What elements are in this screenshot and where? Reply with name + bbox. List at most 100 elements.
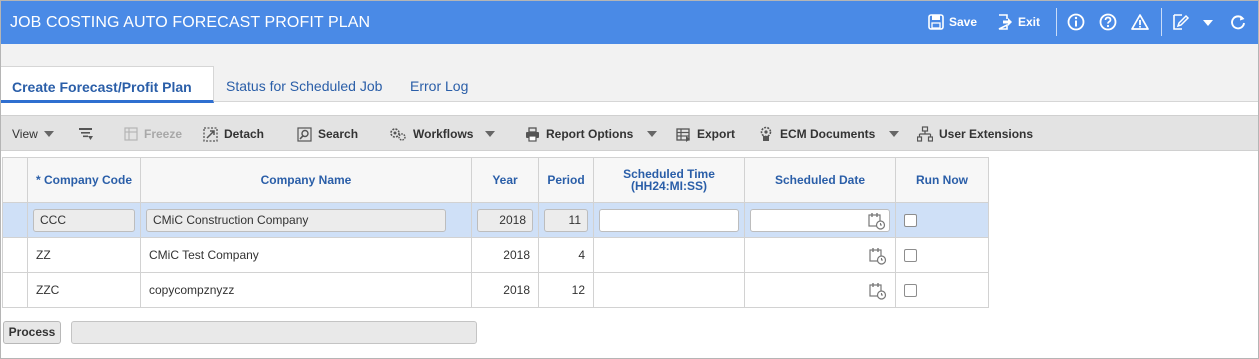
column-header-company-code[interactable]: * Company Code	[27, 157, 141, 203]
column-header-scheduled-time[interactable]: Scheduled Time (HH24:MI:SS)	[593, 157, 745, 203]
print-icon	[526, 126, 539, 142]
user-extensions-label: User Extensions	[939, 127, 1034, 141]
scheduled-date-cell[interactable]	[744, 272, 896, 308]
period-cell[interactable]: 4	[538, 237, 594, 273]
ecm-documents-menu[interactable]: ECM Documents	[759, 116, 900, 152]
workflows-label: Workflows	[413, 127, 474, 141]
tab-create-forecast[interactable]: Create Forecast/Profit Plan	[0, 66, 214, 103]
search-button[interactable]: Search	[297, 116, 358, 152]
period-field[interactable]: 11	[544, 208, 588, 232]
company-name-cell: CMiC Construction Company	[140, 202, 472, 238]
header-spacer	[0, 44, 1259, 66]
help-icon[interactable]	[1098, 12, 1118, 32]
year-field[interactable]: 2018	[477, 208, 533, 232]
calendar-clock-icon[interactable]	[869, 282, 887, 300]
row-selector[interactable]	[2, 272, 28, 308]
column-header-year[interactable]: Year	[471, 157, 539, 203]
run-now-checkbox[interactable]	[904, 249, 917, 263]
column-header-run-now[interactable]: Run Now	[895, 157, 989, 203]
table-row[interactable]: CCC CMiC Construction Company 2018 11	[2, 202, 989, 238]
year-cell: 2018	[471, 202, 539, 238]
run-now-cell	[895, 272, 989, 308]
header-divider	[1056, 8, 1057, 36]
filter-button[interactable]	[78, 116, 94, 152]
year-cell[interactable]: 2018	[471, 272, 539, 308]
filter-icon	[79, 128, 93, 140]
chevron-down-icon[interactable]	[1198, 12, 1218, 32]
period-cell[interactable]: 12	[538, 272, 594, 308]
view-menu[interactable]: View	[12, 116, 54, 152]
chevron-down-icon	[485, 131, 496, 137]
scheduled-time-header-line2: (HH24:MI:SS)	[630, 179, 707, 193]
export-label: Export	[697, 127, 736, 141]
export-icon	[676, 127, 690, 142]
grid-header-row: * Company Code Company Name Year Period …	[2, 157, 989, 203]
column-header-company-name[interactable]: Company Name	[140, 157, 472, 203]
table-row[interactable]: ZZ CMiC Test Company 2018 4	[2, 237, 989, 273]
company-code-field[interactable]: CCC	[33, 208, 135, 232]
column-header-period[interactable]: Period	[538, 157, 594, 203]
calendar-clock-icon[interactable]	[868, 212, 886, 230]
process-button[interactable]: Process	[3, 321, 61, 344]
tab-status-scheduled-job[interactable]: Status for Scheduled Job	[226, 66, 382, 102]
info-icon[interactable]	[1066, 12, 1086, 32]
exit-icon	[998, 14, 1012, 30]
scheduled-time-cell[interactable]	[593, 237, 745, 273]
company-name-field[interactable]: CMiC Construction Company	[146, 208, 446, 232]
warning-icon[interactable]	[1130, 12, 1150, 32]
edit-icon[interactable]	[1170, 12, 1190, 32]
company-name-cell[interactable]: copycompznyzz	[140, 272, 472, 308]
scheduled-date-input[interactable]	[750, 208, 890, 232]
run-now-cell	[895, 237, 989, 273]
exit-button[interactable]: Exit	[997, 12, 1040, 32]
table-row[interactable]: ZZC copycompznyzz 2018 12	[2, 272, 989, 308]
freeze-label: Freeze	[144, 127, 183, 141]
report-options-menu[interactable]: Report Options	[525, 116, 658, 152]
save-label: Save	[949, 15, 978, 29]
toolbar: View Freeze Detach Search Workflows Repo…	[0, 115, 1259, 151]
save-button[interactable]: Save	[928, 12, 977, 32]
save-icon	[928, 14, 944, 30]
workflows-icon	[390, 128, 406, 141]
detach-label: Detach	[224, 127, 265, 141]
row-selector[interactable]	[2, 237, 28, 273]
company-code-cell[interactable]: ZZC	[27, 272, 141, 308]
view-label: View	[12, 127, 38, 141]
company-code-cell: CCC	[27, 202, 141, 238]
refresh-icon[interactable]	[1228, 12, 1248, 32]
search-label: Search	[318, 127, 359, 141]
report-options-label: Report Options	[546, 127, 634, 141]
user-extensions-button[interactable]: User Extensions	[917, 116, 1033, 152]
detach-icon	[203, 126, 218, 142]
run-now-cell	[895, 202, 989, 238]
calendar-clock-icon[interactable]	[869, 247, 887, 265]
tab-error-log[interactable]: Error Log	[410, 66, 468, 102]
search-icon	[297, 126, 312, 142]
app-header: JOB COSTING AUTO FORECAST PROFIT PLAN Sa…	[0, 0, 1259, 44]
workflows-menu[interactable]: Workflows	[389, 116, 496, 152]
scheduled-time-cell[interactable]	[593, 272, 745, 308]
run-now-checkbox[interactable]	[904, 284, 917, 298]
run-now-checkbox[interactable]	[904, 214, 917, 228]
header-divider-2	[1161, 8, 1162, 36]
row-selector-header	[2, 157, 28, 203]
ecm-documents-label: ECM Documents	[780, 127, 876, 141]
scheduled-date-cell[interactable]	[744, 237, 896, 273]
freeze-button[interactable]: Freeze	[124, 116, 182, 152]
scheduled-date-cell	[744, 202, 896, 238]
year-cell[interactable]: 2018	[471, 237, 539, 273]
company-name-cell[interactable]: CMiC Test Company	[140, 237, 472, 273]
row-selector[interactable]	[2, 202, 28, 238]
exit-label: Exit	[1018, 15, 1041, 29]
sitemap-icon	[917, 126, 933, 142]
chevron-down-icon	[647, 131, 658, 137]
company-code-cell[interactable]: ZZ	[27, 237, 141, 273]
column-header-scheduled-date[interactable]: Scheduled Date	[744, 157, 896, 203]
freeze-icon	[124, 127, 138, 141]
chevron-down-icon	[43, 131, 54, 137]
detach-button[interactable]: Detach	[203, 116, 264, 152]
page-title: JOB COSTING AUTO FORECAST PROFIT PLAN	[10, 14, 371, 31]
scheduled-time-cell	[593, 202, 745, 238]
export-button[interactable]: Export	[676, 116, 735, 152]
scheduled-time-input[interactable]	[599, 208, 739, 232]
